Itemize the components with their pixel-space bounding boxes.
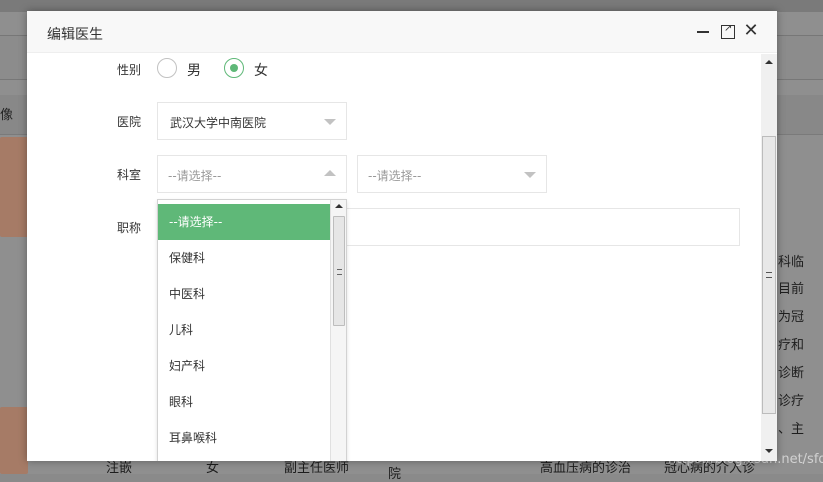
scrollbar-thumb[interactable] (333, 216, 345, 326)
background-description: 诊疗 (778, 394, 805, 409)
modal-header: 编辑医生 ✕ (27, 11, 777, 53)
grip-icon (337, 269, 342, 275)
scroll-up-icon[interactable] (335, 204, 343, 208)
dropdown-scrollbar[interactable] (330, 200, 346, 461)
dropdown-option[interactable]: 儿科 (158, 312, 331, 348)
doctor-photo (0, 407, 28, 474)
hospital-select[interactable]: 武汉大学中南医院 (157, 102, 347, 140)
scroll-down-icon[interactable] (765, 449, 773, 453)
gender-option-male: 男 (187, 63, 201, 79)
scroll-up-icon[interactable] (765, 60, 773, 64)
dropdown-option[interactable]: 中医科 (158, 276, 331, 312)
chevron-down-icon (524, 172, 536, 178)
chevron-down-icon (324, 119, 336, 125)
background-description: 疗和 (778, 338, 805, 353)
edit-doctor-modal: 编辑医生 ✕ 性别 男 女 医院 武汉大学中南医院 科室 --请选择-- --请… (27, 11, 777, 461)
modal-title: 编辑医生 (47, 27, 103, 43)
background-description: 诊断 (778, 366, 805, 381)
dropdown-option[interactable]: 耳鼻喉科 (158, 420, 331, 456)
modal-body: 性别 男 女 医院 武汉大学中南医院 科室 --请选择-- --请选择-- 职称… (27, 54, 777, 461)
department-select[interactable]: --请选择-- (157, 155, 347, 193)
gender-option-female: 女 (254, 63, 268, 79)
department-placeholder: --请选择-- (168, 169, 222, 183)
dropdown-option[interactable]: 妇产科 (158, 348, 331, 384)
background-description: 为冠 (778, 310, 805, 325)
dropdown-option[interactable]: 保健科 (158, 240, 331, 276)
gender-radio-male[interactable] (157, 58, 177, 78)
dropdown-option[interactable]: --请选择-- (158, 204, 331, 240)
doctor-photo (0, 137, 28, 237)
department-dropdown-list[interactable]: --请选择-- 保健科 中医科 儿科 妇产科 眼科 耳鼻喉科 (157, 199, 347, 461)
table-cell: 院 (388, 467, 402, 482)
background-description: 、主 (778, 422, 805, 437)
department-label: 科室 (117, 168, 142, 182)
hospital-value: 武汉大学中南医院 (170, 116, 267, 130)
dropdown-option[interactable]: 眼科 (158, 384, 331, 420)
background-column-label: 像 (0, 108, 14, 123)
job-title-label: 职称 (117, 221, 142, 235)
scrollbar-thumb[interactable] (762, 136, 776, 414)
sub-department-placeholder: --请选择-- (368, 169, 422, 183)
modal-scrollbar[interactable] (761, 54, 777, 461)
sub-department-select[interactable]: --请选择-- (357, 155, 547, 193)
chevron-up-icon (324, 170, 336, 176)
maximize-icon[interactable] (719, 23, 735, 39)
gender-label: 性别 (117, 63, 142, 77)
background-description: 目前 (778, 282, 805, 297)
hospital-label: 医院 (117, 115, 142, 129)
minimize-icon[interactable] (695, 23, 711, 39)
gender-radio-female[interactable] (224, 58, 244, 78)
grip-icon (766, 272, 772, 278)
close-icon[interactable]: ✕ (743, 22, 759, 40)
background-description: 科临 (778, 255, 805, 270)
